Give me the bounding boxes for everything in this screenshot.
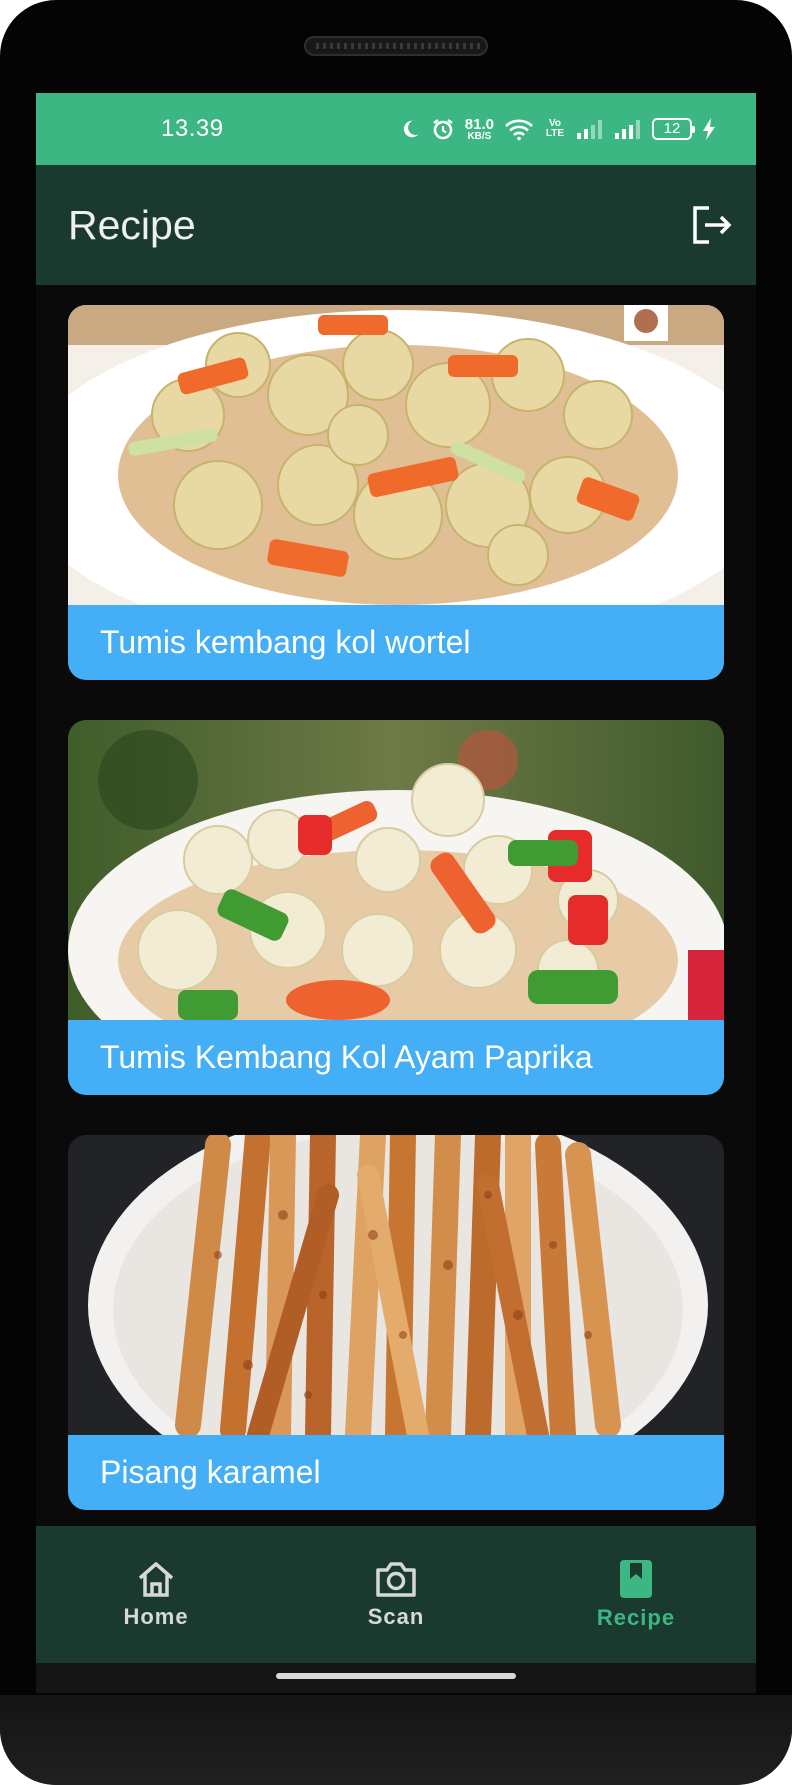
bookmark-book-icon [620,1559,652,1598]
signal-icon-sim1 [577,120,602,139]
app-screen: 13.39 81.0 KB/S Vo LTE 12 Recipe Tumis k… [36,93,756,1693]
network-speed: 81.0 KB/S [465,117,494,142]
nav-item-scan[interactable]: Scan [276,1526,516,1663]
home-icon [138,1561,174,1597]
phone-bottom-bezel [0,1695,792,1785]
status-time: 13.39 [161,115,224,142]
earpiece-speaker [304,36,488,56]
nav-label-scan: Scan [367,1603,425,1629]
network-speed-value: 81.0 [464,115,494,133]
alarm-icon [433,119,453,140]
recipe-title: Tumis Kembang Kol Ayam Paprika [68,1020,724,1095]
charging-bolt-icon [703,118,715,140]
app-bar: Recipe [36,165,756,285]
gesture-handle[interactable] [276,1673,516,1679]
recipe-title: Tumis kembang kol wortel [68,605,724,680]
camera-icon [376,1561,416,1597]
gesture-bar [36,1663,756,1693]
network-speed-unit: KB/S [467,130,492,142]
bottom-navigation: Home Scan Recipe [36,1526,756,1663]
volte-line2: LTE [545,128,565,139]
recipe-card[interactable]: Pisang karamel [68,1135,724,1510]
logout-icon [693,206,732,244]
nav-item-recipe[interactable]: Recipe [516,1526,756,1663]
recipe-image [68,1135,724,1435]
recipe-image [68,720,724,1020]
recipe-card[interactable]: Tumis kembang kol wortel [68,305,724,680]
moon-icon [403,120,419,138]
battery-indicator: 12 [652,118,695,140]
wifi-icon [505,119,533,141]
status-bar: 13.39 81.0 KB/S Vo LTE 12 [36,93,756,165]
signal-icon-sim2 [615,120,640,139]
recipe-image [68,305,724,605]
recipe-card[interactable]: Tumis Kembang Kol Ayam Paprika [68,720,724,1095]
logout-button[interactable] [690,203,734,247]
phone-frame: 13.39 81.0 KB/S Vo LTE 12 Recipe Tumis k… [0,0,792,1785]
volte-indicator: Vo LTE [544,119,566,139]
recipe-title: Pisang karamel [68,1435,724,1510]
nav-item-home[interactable]: Home [36,1526,276,1663]
page-title: Recipe [68,202,196,248]
nav-label-home: Home [123,1603,189,1629]
nav-label-recipe: Recipe [596,1604,676,1630]
status-icons: 81.0 KB/S Vo LTE 12 [399,93,716,165]
